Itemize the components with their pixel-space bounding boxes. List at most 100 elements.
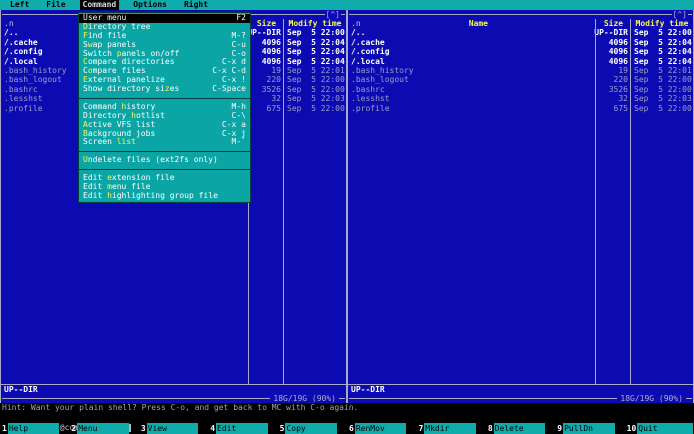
menu-item[interactable]: Screen list M-` <box>79 138 250 147</box>
function-key-label: Edit <box>216 423 268 434</box>
menu-item-shortcut: M-` <box>231 137 246 147</box>
file-size: 220 <box>266 75 281 85</box>
file-mtime: Sep 5 22:00 <box>287 28 345 38</box>
column-header-name[interactable]: Name <box>361 19 596 28</box>
menu-item[interactable] <box>79 165 250 174</box>
menu-item-label: Screen list <box>83 137 136 147</box>
file-size: 4096 <box>261 56 281 66</box>
file-row[interactable]: /.. UP--DIR Sep 5 22:00 <box>348 28 693 37</box>
function-key-label: Copy <box>285 423 338 434</box>
function-key-label: Help <box>7 423 60 434</box>
file-mtime: Sep 5 22:04 <box>287 56 345 66</box>
function-key-button[interactable]: 6 RenMov <box>347 423 416 434</box>
function-key-number: 4 <box>210 424 216 433</box>
menu-item[interactable] <box>79 94 250 103</box>
menu-item-hotkey: list <box>116 137 136 147</box>
file-mtime: Sep 5 22:00 <box>634 28 692 38</box>
function-key-button[interactable]: 2 Menu <box>69 423 138 434</box>
function-key-button[interactable]: 5 Copy <box>278 423 347 434</box>
function-key-label: Delete <box>493 423 546 434</box>
free-space-indicator: 18G/19G (90%) <box>270 394 339 403</box>
function-key-button[interactable]: 9 PullDn <box>555 423 624 434</box>
function-key-number: 6 <box>349 424 354 433</box>
file-row[interactable]: /.local 4096 Sep 5 22:04 <box>348 57 693 66</box>
function-key-label: View <box>146 423 199 434</box>
file-size: 19 <box>618 65 628 75</box>
function-key-bar: 1 Help 2 Menu 3 View 4 Edit 5 Copy 6 Ren… <box>0 423 694 434</box>
file-row[interactable]: /.config 4096 Sep 5 22:04 <box>348 47 693 56</box>
file-size: 220 <box>613 75 628 85</box>
panels-area: [^] .n Name Size Modify time <box>0 10 694 403</box>
function-key-button[interactable]: 10 Quit <box>625 423 694 434</box>
function-key-number: 9 <box>557 424 563 433</box>
file-mtime: Sep 5 22:01 <box>287 65 345 75</box>
file-row[interactable]: .bash_history 19 Sep 5 22:01 <box>348 66 693 75</box>
file-name: .profile <box>351 103 390 113</box>
menubar-item[interactable]: Right <box>181 0 211 10</box>
column-header-mtime[interactable]: Modify time <box>631 19 693 28</box>
function-key-button[interactable]: 7 Mkdir <box>416 423 485 434</box>
left-panel-bottom-border: 18G/19G (90%) <box>1 394 346 403</box>
file-size: 4096 <box>261 37 281 47</box>
file-size: 4096 <box>608 56 628 66</box>
file-size: 4096 <box>608 47 628 57</box>
file-size: UP--DIR <box>247 28 281 38</box>
menu-item-label: Undelete files (ext2fs only) <box>83 155 218 165</box>
sort-indicator[interactable]: .n <box>351 19 361 28</box>
panel-up-button[interactable]: [^] <box>671 10 688 19</box>
column-header-mtime[interactable]: Modify time <box>284 19 346 28</box>
right-file-list: .n Name Size Modify time /.. UP--DIR Sep… <box>348 19 693 384</box>
column-separator <box>283 19 284 384</box>
column-header-size[interactable]: Size <box>596 19 631 28</box>
file-mtime: Sep 5 22:00 <box>634 103 692 113</box>
menu-item[interactable]: Show directory sizes C-Space <box>79 84 250 94</box>
file-mtime: Sep 5 22:04 <box>634 47 692 57</box>
menubar-item[interactable]: Options <box>130 0 170 10</box>
function-key-number: 10 <box>626 424 637 433</box>
function-key-number: 3 <box>140 424 146 433</box>
function-key-label: PullDn <box>563 423 615 434</box>
right-panel-top-border: [^] <box>348 10 693 19</box>
menu-item[interactable]: Undelete files (ext2fs only) <box>79 155 250 165</box>
column-header-size[interactable]: Size <box>249 19 284 28</box>
menubar-item[interactable]: Left <box>7 0 32 10</box>
file-name: .lesshst <box>351 94 390 104</box>
menubar-item[interactable]: Command <box>79 0 120 10</box>
file-size: 32 <box>618 94 628 104</box>
menu-item-shortcut: F2 <box>236 13 246 22</box>
file-rows: /.. UP--DIR Sep 5 22:00 /.cache 4096 Sep… <box>348 28 693 113</box>
free-space-indicator: 18G/19G (90%) <box>617 394 686 403</box>
menu-item[interactable] <box>79 147 250 156</box>
function-key-button[interactable]: 1 Help <box>0 423 69 434</box>
panel-up-button[interactable]: [^] <box>324 10 341 19</box>
file-size: 19 <box>271 65 281 75</box>
function-key-number: 2 <box>71 424 77 433</box>
right-panel-bottom-border: 18G/19G (90%) <box>348 394 693 403</box>
function-key-button[interactable]: 4 Edit <box>208 423 277 434</box>
right-mini-status: UP--DIR <box>348 384 693 394</box>
menu-item-shortcut: C-Space <box>212 84 246 94</box>
menu-item-label: Edit highlighting group file <box>83 190 218 200</box>
sort-indicator[interactable]: .n <box>4 19 14 28</box>
file-row[interactable]: .bashrc 3526 Sep 5 22:00 <box>348 85 693 94</box>
file-row[interactable]: /.cache 4096 Sep 5 22:04 <box>348 38 693 47</box>
file-mtime: Sep 5 22:04 <box>287 47 345 57</box>
function-key-button[interactable]: 3 View <box>139 423 208 434</box>
function-key-label: RenMov <box>354 423 407 434</box>
midnight-commander-screen: Left File Command Options Right [^] .n N… <box>0 0 694 434</box>
command-line[interactable]: midnight@commander:~$ <box>0 413 694 432</box>
command-menu-dropdown: User menu F2 Directory tree Find file M-… <box>78 12 251 203</box>
file-mtime: Sep 5 22:04 <box>287 37 345 47</box>
function-key-number: 8 <box>487 424 493 433</box>
file-row[interactable]: .bash_logout 220 Sep 5 22:00 <box>348 75 693 84</box>
file-mtime: Sep 5 22:04 <box>634 56 692 66</box>
file-row[interactable]: .lesshst 32 Sep 5 22:03 <box>348 94 693 103</box>
file-mtime: Sep 5 22:00 <box>634 84 692 94</box>
file-row[interactable]: .profile 675 Sep 5 22:00 <box>348 104 693 113</box>
file-mtime: Sep 5 22:00 <box>287 75 345 85</box>
menu-item-label: Show directory sizes <box>83 84 180 94</box>
menu-item[interactable]: Edit highlighting group file <box>79 190 250 201</box>
function-key-button[interactable]: 8 Delete <box>486 423 555 434</box>
function-key-number: 1 <box>2 424 7 433</box>
menubar-item[interactable]: File <box>43 0 68 10</box>
